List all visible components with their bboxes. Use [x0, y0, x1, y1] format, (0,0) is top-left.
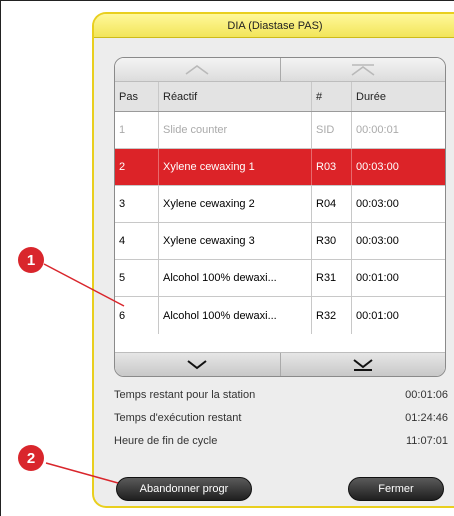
- scroll-down-bar: [115, 352, 445, 376]
- info-station-value: 00:01:06: [405, 389, 448, 401]
- row-duration: 00:03:00: [356, 235, 399, 247]
- row-number: R03: [312, 149, 352, 185]
- frame-top-line: [0, 0, 454, 1]
- scroll-top-button[interactable]: [279, 58, 446, 81]
- row-duration: 00:01:00: [356, 272, 399, 284]
- info-run-value: 01:24:46: [405, 412, 448, 424]
- info-end-time: Heure de fin de cycle 11:07:01: [114, 435, 450, 447]
- table-row[interactable]: 1 Slide counter SID 00:00:01: [115, 112, 445, 149]
- row-duration: 00:03:00: [356, 198, 399, 210]
- callout-1: 1: [18, 247, 44, 273]
- header-reagent: Réactif: [159, 82, 312, 111]
- table-row[interactable]: 6 Alcohol 100% dewaxi... R32 00:01:00: [115, 297, 445, 334]
- scroll-down-button[interactable]: [115, 353, 280, 376]
- dialog-title: DIA (Diastase PAS): [94, 14, 454, 38]
- row-step: 6: [115, 297, 159, 334]
- row-duration: 00:00:01: [356, 124, 399, 136]
- row-number: SID: [312, 112, 352, 148]
- table-header: Pas Réactif # Durée: [115, 82, 445, 112]
- row-step: 4: [115, 223, 159, 259]
- table-row[interactable]: 5 Alcohol 100% dewaxi... R31 00:01:00: [115, 260, 445, 297]
- row-reagent: Slide counter: [159, 112, 312, 148]
- row-step: 2: [115, 149, 159, 185]
- row-reagent: Xylene cewaxing 2: [159, 186, 312, 222]
- header-number: #: [312, 82, 352, 111]
- close-button[interactable]: Fermer: [348, 477, 444, 501]
- row-reagent: Alcohol 100% dewaxi...: [159, 297, 312, 334]
- row-reagent: Xylene cewaxing 1: [159, 149, 312, 185]
- row-reagent: Xylene cewaxing 3: [159, 223, 312, 259]
- row-duration: 00:01:00: [356, 309, 399, 322]
- row-number: R04: [312, 186, 352, 222]
- scroll-bottom-button[interactable]: [279, 353, 446, 376]
- row-reagent: Alcohol 100% dewaxi...: [159, 260, 312, 296]
- row-step: 1: [115, 112, 159, 148]
- info-run-remaining: Temps d'exécution restant 01:24:46: [114, 412, 450, 424]
- chevron-down-icon: [187, 359, 207, 369]
- abort-program-button[interactable]: Abandonner progr: [116, 477, 252, 501]
- header-duration: Durée: [356, 90, 386, 103]
- step-table: Pas Réactif # Durée 1 Slide counter SID …: [114, 57, 446, 377]
- table-row[interactable]: 3 Xylene cewaxing 2 R04 00:03:00: [115, 186, 445, 223]
- scroll-up-button[interactable]: [115, 58, 280, 81]
- row-duration: 00:03:00: [356, 161, 399, 173]
- program-dialog: DIA (Diastase PAS) Pas Réactif # Durée 1…: [92, 12, 454, 508]
- table-row[interactable]: 4 Xylene cewaxing 3 R30 00:03:00: [115, 223, 445, 260]
- header-step: Pas: [115, 82, 159, 111]
- table-rows: 1 Slide counter SID 00:00:01 2 Xylene ce…: [115, 112, 445, 334]
- info-station-label: Temps restant pour la station: [114, 389, 256, 401]
- chevron-bottom-icon: [353, 358, 373, 371]
- info-end-label: Heure de fin de cycle: [114, 435, 218, 447]
- row-number: R30: [312, 223, 352, 259]
- callout-2: 2: [18, 445, 44, 471]
- scroll-up-bar: [115, 58, 445, 82]
- info-station-remaining: Temps restant pour la station 00:01:06: [114, 389, 450, 401]
- chevron-top-icon: [351, 63, 375, 76]
- chevron-up-icon: [185, 64, 209, 75]
- row-number: R32: [312, 297, 352, 334]
- row-step: 3: [115, 186, 159, 222]
- table-row-selected[interactable]: 2 Xylene cewaxing 1 R03 00:03:00: [115, 149, 445, 186]
- info-end-value: 11:07:01: [405, 435, 448, 447]
- row-number: R31: [312, 260, 352, 296]
- info-run-label: Temps d'exécution restant: [114, 412, 242, 424]
- frame-left-line: [0, 0, 1, 516]
- row-step: 5: [115, 260, 159, 296]
